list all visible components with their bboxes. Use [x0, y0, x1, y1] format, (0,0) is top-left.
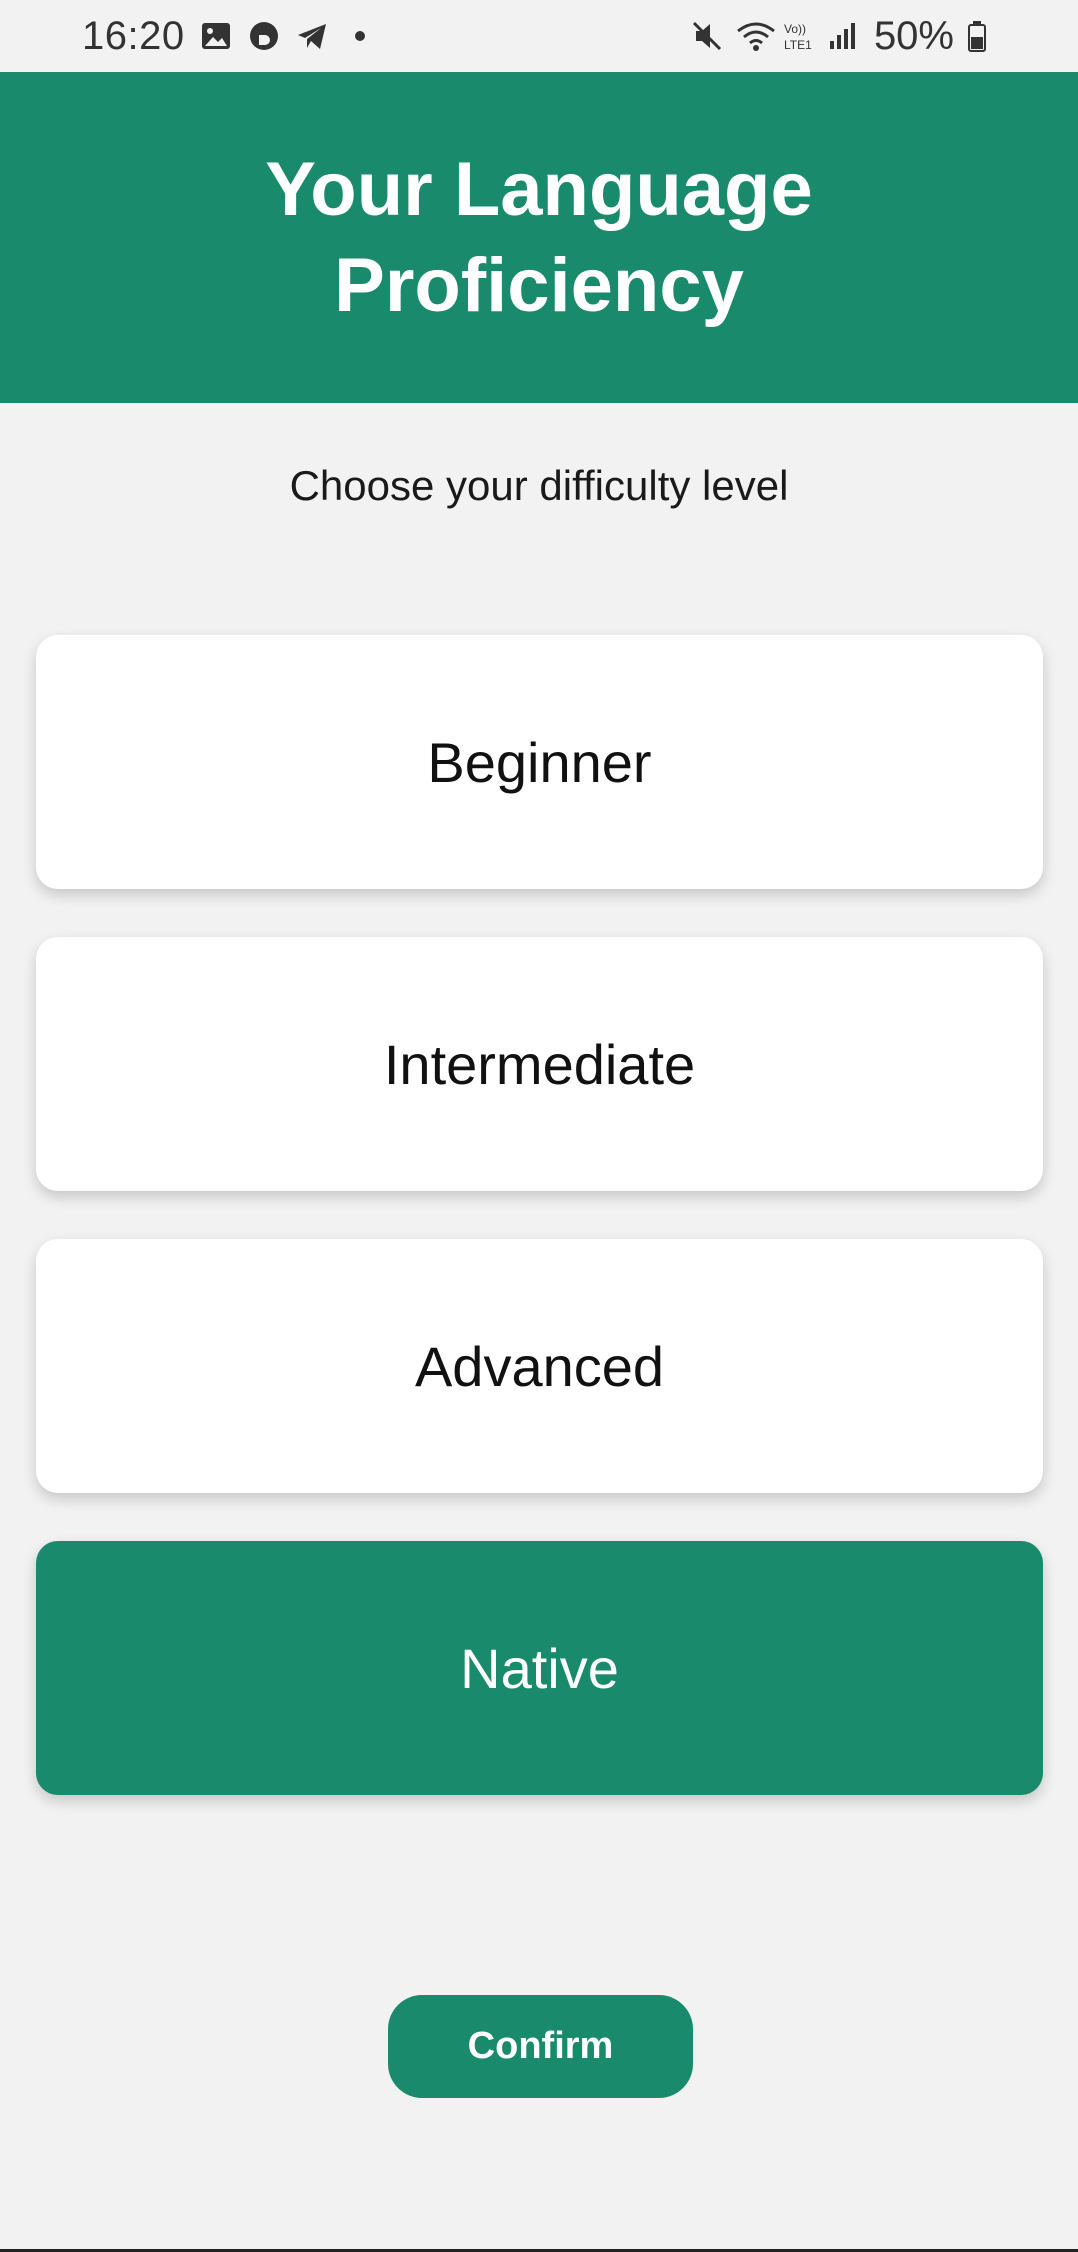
- option-beginner[interactable]: Beginner: [36, 635, 1043, 889]
- option-native[interactable]: Native: [36, 1541, 1043, 1795]
- signal-icon: [828, 19, 862, 53]
- battery-icon: [966, 19, 1000, 53]
- status-left: 16:20: [82, 0, 377, 72]
- status-bar: 16:20 Vo)) LTE1 50%: [0, 0, 1078, 72]
- status-right: Vo)) LTE1 50%: [690, 0, 1000, 72]
- telegram-icon: [295, 19, 329, 53]
- option-intermediate[interactable]: Intermediate: [36, 937, 1043, 1191]
- confirm-button[interactable]: Confirm: [388, 1995, 693, 2098]
- battery-percent: 50%: [873, 13, 954, 58]
- page-title: Your Language Proficiency: [265, 146, 813, 328]
- dot-icon: [343, 19, 377, 53]
- option-advanced[interactable]: Advanced: [36, 1239, 1043, 1493]
- mute-icon: [690, 19, 724, 53]
- volte-icon: Vo)) LTE1: [782, 19, 816, 53]
- b-app-icon: [247, 19, 281, 53]
- wifi-icon: [736, 19, 775, 53]
- svg-text:LTE1: LTE1: [784, 38, 812, 52]
- header-banner: Your Language Proficiency: [0, 72, 1078, 403]
- status-time: 16:20: [82, 13, 185, 58]
- subtitle: Choose your difficulty level: [289, 462, 789, 509]
- svg-text:Vo)): Vo)): [784, 22, 806, 36]
- gallery-icon: [199, 19, 233, 53]
